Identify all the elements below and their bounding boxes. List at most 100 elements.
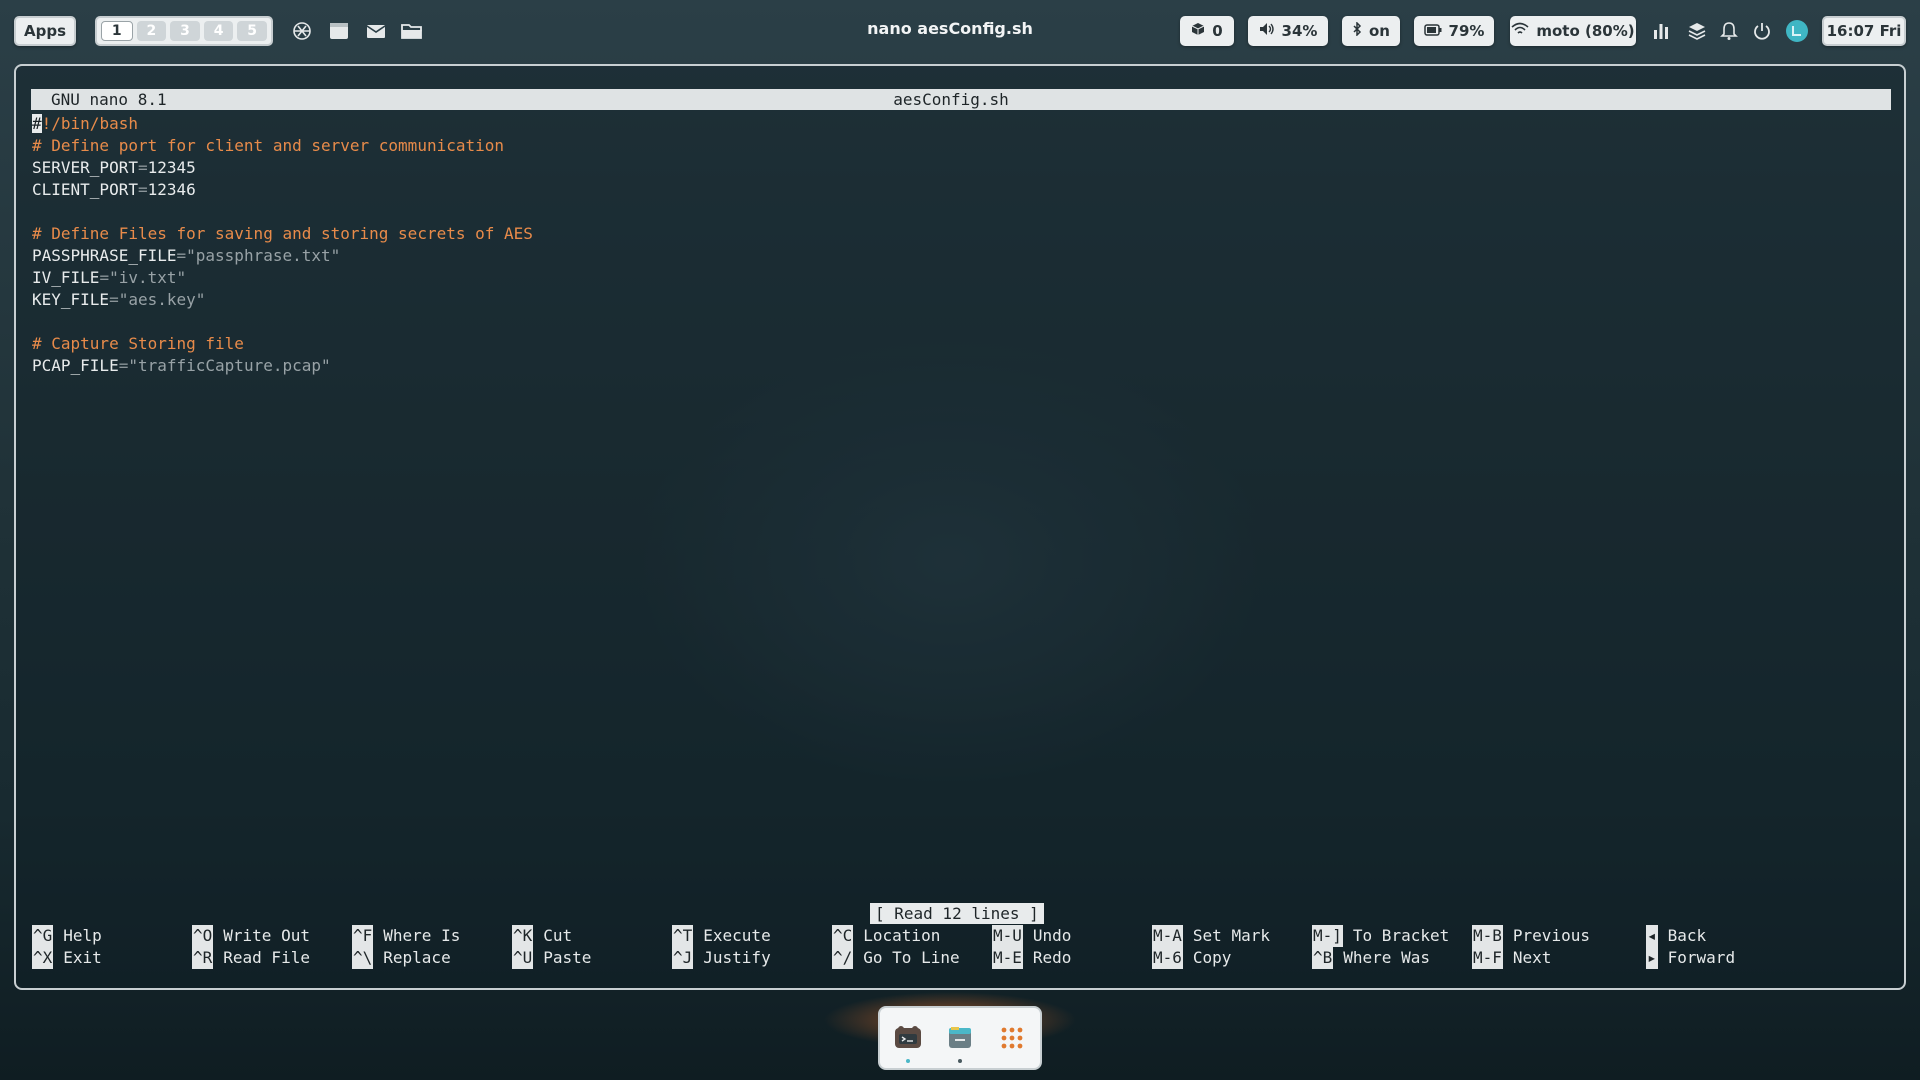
editor-area[interactable]: #!/bin/bash # Define port for client and… [32, 113, 1892, 377]
shortcut-location[interactable]: ^C Location [832, 925, 940, 947]
shortcut-undo[interactable]: M-U Undo [992, 925, 1071, 947]
shortcut-back[interactable]: ◂ Back [1646, 925, 1706, 947]
text-cursor: # [32, 114, 42, 133]
shortcut-where-is[interactable]: ^F Where Is [352, 925, 460, 947]
terminal-window[interactable]: GNU nano 8.1 aesConfig.sh #!/bin/bash # … [14, 64, 1906, 990]
bluetooth-status: on [1369, 22, 1390, 40]
shortcut-label: Go To Line [863, 948, 960, 967]
clock[interactable]: 16:07 Fri [1822, 16, 1906, 46]
shortcut-exit[interactable]: ^X Exit [32, 947, 102, 969]
shortcut-key: ^K [512, 925, 534, 947]
shortcut-key: ^T [672, 925, 694, 947]
shortcut-help[interactable]: ^G Help [32, 925, 102, 947]
workspace-4[interactable]: 4 [203, 21, 234, 41]
shortcut-execute[interactable]: ^T Execute [672, 925, 771, 947]
shortcut-previous[interactable]: M-B Previous [1472, 925, 1590, 947]
code-line: # Capture Storing file [32, 334, 244, 353]
layers-icon[interactable] [1684, 17, 1710, 45]
package-icon [1191, 22, 1205, 40]
shortcut-label: Next [1512, 948, 1552, 967]
shortcut-label: Forward [1667, 948, 1736, 967]
power-icon[interactable] [1749, 17, 1775, 45]
workspace-5[interactable]: 5 [237, 21, 267, 41]
shortcut-cut[interactable]: ^K Cut [512, 925, 572, 947]
shortcut-where-was[interactable]: ^B Where Was [1312, 947, 1430, 969]
assign-op: = [109, 290, 119, 309]
shortcut-replace[interactable]: ^\ Replace [352, 947, 451, 969]
apps-label: Apps [23, 22, 66, 40]
shortcut-set-mark[interactable]: M-A Set Mark [1152, 925, 1270, 947]
shortcut-justify[interactable]: ^J Justify [672, 947, 771, 969]
shortcut-key: M-6 [1152, 947, 1183, 969]
battery-icon [1423, 22, 1442, 40]
dock [878, 1006, 1042, 1070]
shortcut-label: Previous [1512, 926, 1590, 945]
folder-icon[interactable] [398, 17, 426, 45]
shortcut-key: ▸ [1646, 947, 1658, 969]
volume-level: 34% [1281, 22, 1318, 40]
shortcut-go-to-line[interactable]: ^/ Go To Line [832, 947, 960, 969]
shortcut-label: Justify [703, 948, 771, 967]
shortcut-label: Redo [1032, 948, 1072, 967]
apps-button[interactable]: Apps [14, 16, 76, 46]
wifi-indicator[interactable]: moto (80%) [1510, 16, 1636, 46]
assign-op: = [137, 180, 148, 199]
bluetooth-indicator[interactable]: on [1342, 16, 1400, 46]
nano-filename: aesConfig.sh [893, 90, 1009, 109]
terminal-icon[interactable] [893, 1023, 923, 1063]
bluetooth-icon [1352, 21, 1362, 40]
shortcut-read-file[interactable]: ^R Read File [192, 947, 310, 969]
code-line: CLIENT_PORT=12346 [32, 179, 1892, 201]
shortcut-next[interactable]: M-F Next [1472, 947, 1551, 969]
workspace-2[interactable]: 2 [136, 21, 167, 41]
var-name: SERVER_PORT [32, 158, 138, 177]
shortcut-key: ^\ [352, 947, 374, 969]
file-manager-icon[interactable] [945, 1023, 975, 1063]
shortcut-label: Help [63, 926, 102, 945]
chatgpt-icon[interactable] [288, 17, 316, 45]
volume-indicator[interactable]: 34% [1248, 16, 1328, 46]
shortcut-label: Where Was [1343, 948, 1430, 967]
shortcut-key: ^G [32, 925, 54, 947]
clock-text: 16:07 Fri [1826, 22, 1902, 40]
shortcut-label: Read File [223, 948, 310, 967]
code-line: #!/bin/bash [32, 113, 1892, 135]
window-icon[interactable] [325, 17, 353, 45]
workspace-1[interactable]: 1 [101, 21, 133, 41]
assign-op: = [176, 246, 187, 265]
battery-indicator[interactable]: 79% [1414, 16, 1494, 46]
shortcut-key: ^O [192, 925, 214, 947]
shortcut-key: ^U [512, 947, 534, 969]
workspace-3[interactable]: 3 [170, 21, 200, 41]
status-message: [ Read 12 lines ] [870, 903, 1044, 924]
code-line: # Define port for client and server comm… [32, 136, 505, 155]
bell-icon[interactable] [1716, 17, 1742, 45]
mail-icon[interactable] [362, 17, 390, 45]
shortcut-key: ^J [672, 947, 694, 969]
shortcut-forward[interactable]: ▸ Forward [1646, 947, 1735, 969]
stats-icon[interactable] [1648, 17, 1674, 45]
code-line: PCAP_FILE="trafficCapture.pcap" [32, 355, 1892, 377]
nano-title-bar: GNU nano 8.1 aesConfig.sh [31, 89, 1891, 110]
shortcut-paste[interactable]: ^U Paste [512, 947, 591, 969]
shortcut-bar: ^G Help ^X Exit ^O Write Out ^R Read File ^F… [32, 925, 1892, 969]
shortcut-key: ^/ [832, 947, 854, 969]
var-value: "aes.key" [118, 290, 206, 309]
shortcut-label: Location [863, 926, 941, 945]
shortcut-redo[interactable]: M-E Redo [992, 947, 1071, 969]
shortcut-label: Back [1667, 926, 1707, 945]
shortcut-key: ^F [352, 925, 374, 947]
shortcut-label: Write Out [223, 926, 310, 945]
code-line: IV_FILE="iv.txt" [32, 267, 1892, 289]
app-grid-icon[interactable] [997, 1023, 1027, 1053]
shortcut-to-bracket[interactable]: M-] To Bracket [1312, 925, 1449, 947]
shortcut-key: M-F [1472, 947, 1503, 969]
var-name: KEY_FILE [32, 290, 110, 309]
shortcut-key: M-] [1312, 925, 1343, 947]
shortcut-write-out[interactable]: ^O Write Out [192, 925, 310, 947]
shortcut-key: ◂ [1646, 925, 1658, 947]
packages-indicator[interactable]: 0 [1180, 16, 1234, 46]
shebang: !/bin/bash [41, 114, 138, 133]
avatar[interactable] [1784, 17, 1810, 45]
shortcut-copy[interactable]: M-6 Copy [1152, 947, 1231, 969]
